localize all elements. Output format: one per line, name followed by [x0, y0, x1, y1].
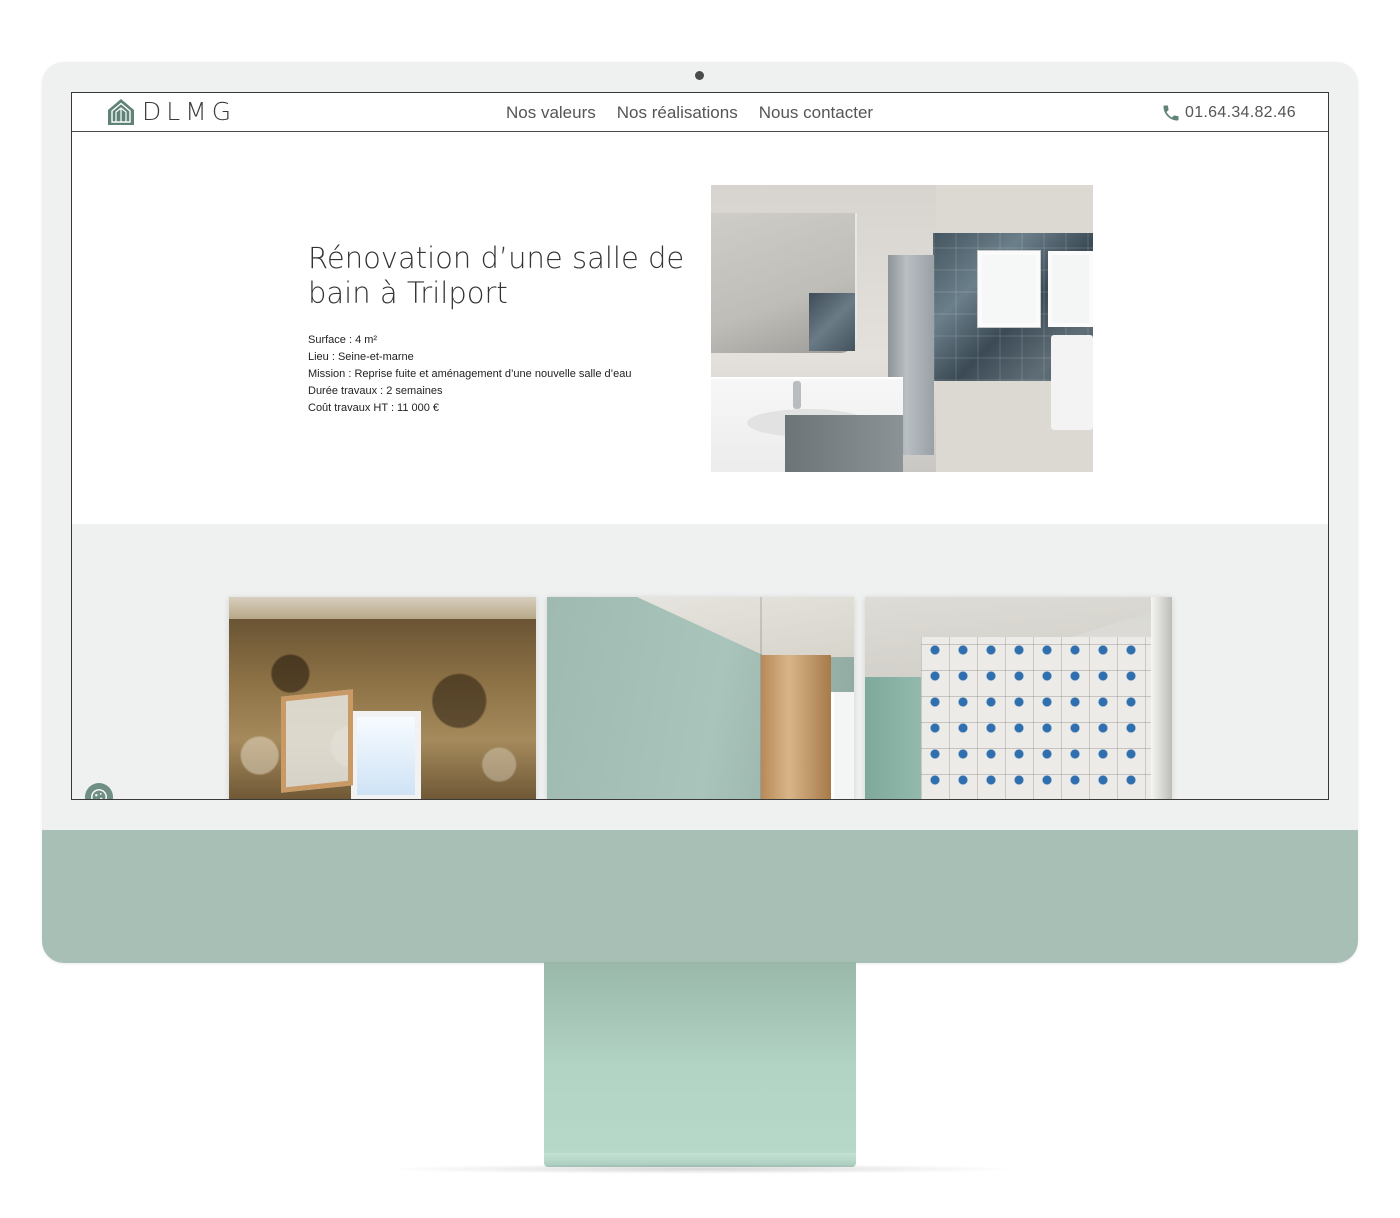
detail-cout: Coût travaux HT : 11 000 €: [308, 402, 440, 414]
detail-lieu: Lieu : Seine-et-marne: [308, 351, 414, 363]
camera-dot: [695, 71, 704, 80]
bathroom-result-photo[interactable]: [711, 185, 1093, 472]
hero-section: Rénovation d’une salle de bain à Trilpor…: [72, 133, 1328, 524]
nav-link-realisations[interactable]: Nos réalisations: [617, 93, 738, 132]
project-details: Surface : 4 m² Lieu : Seine-et-marne Mis…: [308, 332, 688, 417]
logo-text: DLMG: [142, 97, 237, 126]
gallery-photo-tiling[interactable]: [865, 597, 1172, 799]
gallery-photo-plasterboard[interactable]: [547, 597, 854, 799]
detail-surface: Surface : 4 m²: [308, 334, 378, 346]
gallery-section: [72, 524, 1328, 799]
monitor-stand: [544, 962, 856, 1155]
detail-duree: Durée travaux : 2 semaines: [308, 385, 443, 397]
nav-link-valeurs[interactable]: Nos valeurs: [506, 93, 596, 132]
phone-icon: [1163, 105, 1179, 120]
site-logo[interactable]: DLMG: [106, 97, 236, 127]
phone-link[interactable]: 01.64.34.82.46: [1161, 93, 1296, 132]
gallery-photo-before[interactable]: [229, 597, 536, 799]
navbar: DLMG Nos valeurs Nos réalisations Nous c…: [72, 93, 1328, 132]
main-nav: Nos valeurs Nos réalisations Nous contac…: [506, 93, 894, 132]
phone-number: 01.64.34.82.46: [1185, 103, 1296, 121]
cookie-glyph-icon: [91, 789, 107, 799]
detail-mission: Mission : Reprise fuite et aménagement d…: [308, 368, 632, 380]
monitor-chin: [42, 830, 1358, 963]
house-logo-icon: [108, 99, 134, 125]
website-screen: DLMG Nos valeurs Nos réalisations Nous c…: [71, 92, 1329, 800]
stand-shadow: [380, 1164, 1020, 1174]
project-title: Rénovation d’une salle de bain à Trilpor…: [308, 241, 685, 310]
nav-link-contact[interactable]: Nous contacter: [759, 93, 873, 132]
